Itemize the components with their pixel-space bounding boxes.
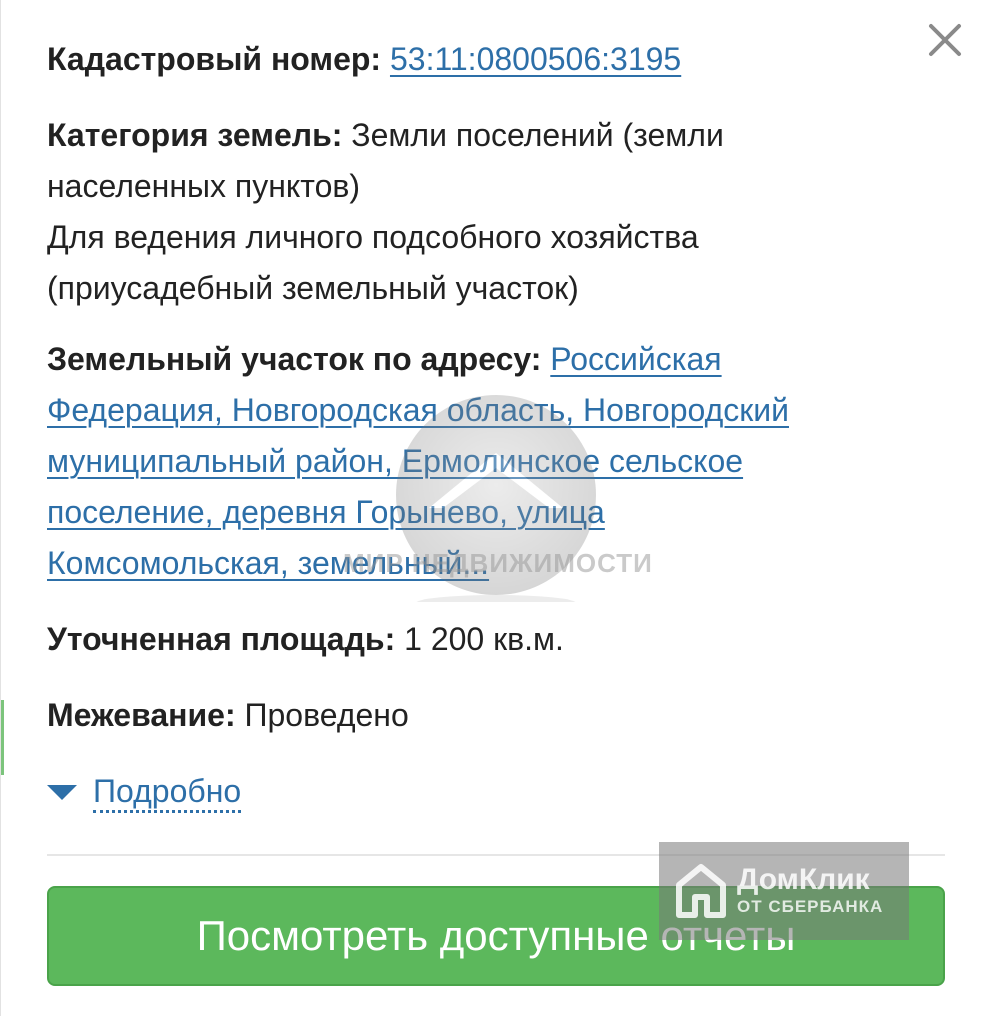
property-info-card: Кадастровый номер: 53:11:0800506:3195 Ка… xyxy=(0,0,983,1016)
triangle-down-icon xyxy=(47,784,77,800)
land-category-value-2: населенных пунктов) xyxy=(47,168,361,204)
cadastral-label: Кадастровый номер: xyxy=(47,41,382,77)
close-button[interactable] xyxy=(923,18,967,62)
address-label: Земельный участок по адресу: xyxy=(47,341,542,377)
address-row: Земельный участок по адресу: Российская … xyxy=(47,334,789,589)
land-use-value-1: Для ведения личного подсобного хозяйства xyxy=(47,219,699,255)
land-use-value-2: (приусадебный земельный участок) xyxy=(47,270,579,306)
survey-value: Проведено xyxy=(244,697,409,733)
close-icon xyxy=(929,24,961,56)
area-row: Уточненная площадь: 1 200 кв.м. xyxy=(47,614,564,665)
view-reports-label: Посмотреть доступные отчеты xyxy=(196,912,796,959)
area-label: Уточненная площадь: xyxy=(47,621,396,657)
survey-label: Межевание: xyxy=(47,697,236,733)
details-toggle-label: Подробно xyxy=(93,772,242,813)
land-category-value-1: Земли поселений (земли xyxy=(351,117,724,153)
address-link-5[interactable]: Комсомольская, земельный... xyxy=(47,545,489,581)
details-toggle[interactable]: Подробно xyxy=(47,770,242,814)
address-link-3[interactable]: муниципальный район, Ермолинское сельско… xyxy=(47,443,743,479)
divider xyxy=(47,854,945,856)
address-link-4[interactable]: поселение, деревня Горынево, улица xyxy=(47,494,605,530)
survey-row: Межевание: Проведено xyxy=(47,690,409,741)
area-value: 1 200 кв.м. xyxy=(404,621,564,657)
cadastral-row: Кадастровый номер: 53:11:0800506:3195 xyxy=(47,34,681,85)
cadastral-number-link[interactable]: 53:11:0800506:3195 xyxy=(390,41,681,77)
address-link-2[interactable]: Федерация, Новгородская область, Новгоро… xyxy=(47,392,789,428)
land-category-row: Категория земель: Земли поселений (земли… xyxy=(47,110,724,314)
view-reports-button[interactable]: Посмотреть доступные отчеты xyxy=(47,886,945,986)
edge-accent xyxy=(1,700,4,775)
land-category-label: Категория земель: xyxy=(47,117,343,153)
address-link-1[interactable]: Российская xyxy=(550,341,721,377)
